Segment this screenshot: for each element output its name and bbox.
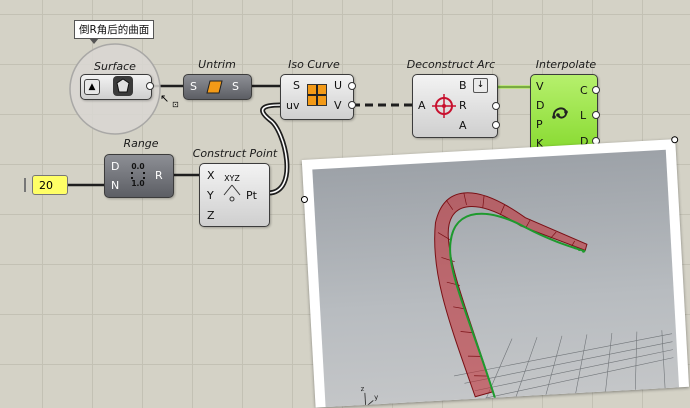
iso-curve-grid-icon bbox=[307, 84, 327, 106]
point-input-z[interactable]: Z bbox=[207, 210, 215, 222]
expand-arrow-icon[interactable]: ▲ bbox=[84, 79, 100, 95]
xyz-icon-label: XYZ bbox=[224, 174, 240, 183]
number-slider[interactable]: 20 bbox=[32, 175, 68, 195]
interpolate-curve-icon bbox=[550, 103, 570, 123]
deconstruct-grip-a[interactable] bbox=[492, 121, 500, 129]
deconstruct-output-a[interactable]: A bbox=[459, 120, 467, 132]
interp-grip-c[interactable] bbox=[592, 86, 600, 94]
interp-input-v[interactable]: V bbox=[536, 81, 544, 93]
deconstruct-arc-title: Deconstruct Arc bbox=[406, 58, 496, 71]
iso-output-v[interactable]: V bbox=[334, 100, 342, 112]
untrim-surface-icon bbox=[206, 78, 224, 96]
range-icon-start: 0.0 bbox=[131, 162, 145, 171]
deconstruct-grip-r[interactable] bbox=[492, 102, 500, 110]
untrim-node[interactable]: S S bbox=[183, 74, 252, 100]
grasshopper-canvas[interactable]: 倒R角后的曲面 Surface ▲ ↖ ⊡ Untrim S S Iso Cur… bbox=[0, 0, 690, 408]
interp-output-l[interactable]: L bbox=[580, 110, 586, 122]
axis-label-y: y bbox=[374, 393, 379, 401]
interp-input-d[interactable]: D bbox=[536, 100, 544, 112]
iso-output-u[interactable]: U bbox=[334, 80, 342, 92]
viewport-handle-left[interactable] bbox=[300, 195, 309, 204]
interp-input-p[interactable]: P bbox=[536, 119, 543, 131]
surface-tooltip: 倒R角后的曲面 bbox=[74, 20, 155, 44]
arc-target-icon bbox=[431, 93, 457, 119]
wire-cursor-icon: ⊡ bbox=[172, 100, 179, 109]
rhino-viewport[interactable]: z y x bbox=[300, 136, 690, 408]
iso-input-s[interactable]: S bbox=[293, 80, 300, 92]
point-input-x[interactable]: X bbox=[207, 170, 215, 182]
range-output-r[interactable]: R bbox=[155, 170, 163, 182]
range-input-n[interactable]: N bbox=[111, 180, 119, 192]
iso-curve-node[interactable]: S uv U V bbox=[280, 74, 354, 120]
mouse-cursor-icon: ↖ bbox=[160, 92, 170, 105]
axis-label-z: z bbox=[360, 385, 364, 393]
range-node[interactable]: D N 0.0 1.0 R bbox=[104, 154, 174, 198]
surface-output-grip[interactable] bbox=[146, 82, 154, 90]
surface-cube-icon bbox=[113, 76, 133, 96]
range-icon: 0.0 1.0 bbox=[127, 162, 149, 188]
untrim-title: Untrim bbox=[198, 58, 236, 71]
iso-grip-v[interactable] bbox=[348, 101, 356, 109]
construct-point-title: Construct Point bbox=[192, 147, 278, 160]
red-surface bbox=[434, 192, 588, 398]
interpolate-title: Interpolate bbox=[535, 58, 597, 71]
iso-input-uv[interactable]: uv bbox=[286, 100, 299, 112]
down-arrow-icon[interactable]: ↓ bbox=[473, 78, 488, 93]
untrim-output-s[interactable]: S bbox=[232, 81, 239, 93]
deconstruct-output-r[interactable]: R bbox=[459, 100, 467, 112]
surface-node[interactable]: ▲ bbox=[80, 74, 152, 100]
range-icon-end: 1.0 bbox=[131, 179, 145, 188]
interp-output-c[interactable]: C bbox=[580, 85, 588, 97]
interp-grip-l[interactable] bbox=[592, 111, 600, 119]
construct-point-node[interactable]: X Y Z XYZ Pt bbox=[199, 163, 270, 227]
range-title: Range bbox=[123, 137, 159, 150]
xyz-point-icon: XYZ bbox=[220, 174, 244, 204]
range-input-d[interactable]: D bbox=[111, 161, 119, 173]
slider-grip[interactable] bbox=[24, 178, 34, 192]
viewport-canvas[interactable]: z y x bbox=[312, 149, 680, 408]
deconstruct-arc-node[interactable]: A B ↓ R A bbox=[412, 74, 498, 138]
point-output-pt[interactable]: Pt bbox=[246, 190, 257, 202]
iso-grip-u[interactable] bbox=[348, 82, 356, 90]
deconstruct-input-a[interactable]: A bbox=[418, 100, 426, 112]
iso-curve-title: Iso Curve bbox=[288, 58, 340, 71]
viewport-scene: z y x bbox=[360, 192, 674, 408]
deconstruct-output-b[interactable]: B bbox=[459, 80, 467, 92]
point-input-y[interactable]: Y bbox=[207, 190, 214, 202]
untrim-input-s[interactable]: S bbox=[190, 81, 197, 93]
surface-title: Surface bbox=[94, 60, 136, 73]
